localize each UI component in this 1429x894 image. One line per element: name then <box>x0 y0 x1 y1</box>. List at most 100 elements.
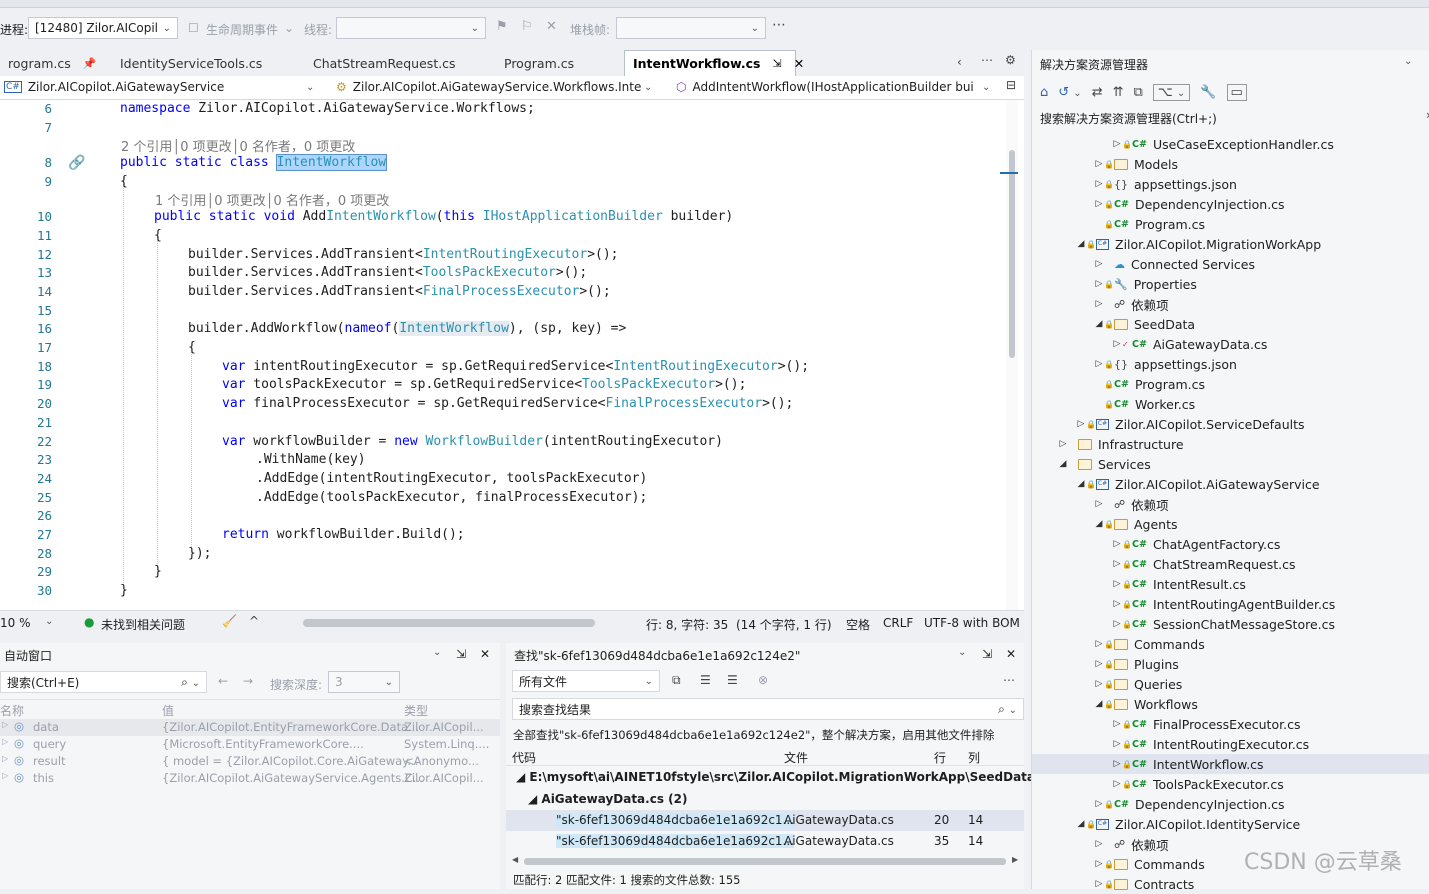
find-group-file[interactable]: ◢ AiGatewayData.cs (2) <box>528 792 687 806</box>
collapsed-arrow-icon[interactable]: ▷ <box>1112 559 1122 569</box>
collapsed-arrow-icon[interactable]: ▷ <box>1094 179 1104 189</box>
namespace-dropdown[interactable]: ⚙ Zilor.AICopilot.AiGatewayService.Workf… <box>336 80 658 94</box>
solution-tree-item[interactable]: ▷ 🔒 Contracts <box>1032 874 1429 894</box>
autos-row[interactable]: ▷ ◎ query {Microsoft.EntityFrameworkCore...… <box>0 736 500 753</box>
collapsed-arrow-icon[interactable]: ▷ <box>1094 199 1104 209</box>
collapsed-arrow-icon[interactable]: ▷ <box>1112 139 1122 149</box>
solution-tree-item[interactable]: ▷ 🔒 C# IntentResult.cs <box>1032 574 1429 594</box>
close-icon[interactable]: ✕ <box>480 647 490 661</box>
link-icon[interactable]: 🔗 <box>68 155 85 171</box>
solution-tree-item[interactable]: ▷ 🔒 C# IntentRoutingExecutor.cs <box>1032 734 1429 754</box>
collapsed-arrow-icon[interactable]: ▷ <box>1094 839 1104 849</box>
solution-tree-item[interactable]: ▷ ✓ C# AiGatewayData.cs <box>1032 334 1429 354</box>
find-scope-dropdown[interactable]: 所有文件 ⌄ <box>512 670 660 692</box>
chevron-down-icon[interactable]: ⌄ <box>958 647 966 658</box>
col-name[interactable]: 名称 <box>0 702 24 719</box>
autos-row[interactable]: ▷ ◎ this {Zilor.AICopilot.AiGatewayService.… <box>0 770 500 787</box>
project-dropdown[interactable]: C# Zilor.AICopilot.AiGatewayService ⌄ <box>0 80 318 94</box>
collapsed-arrow-icon[interactable]: ▷ <box>1112 719 1122 729</box>
solution-tree-item[interactable]: ▷ 🔒{} appsettings.json <box>1032 174 1429 194</box>
collapsed-arrow-icon[interactable]: ▷ <box>1112 339 1122 349</box>
thread-dropdown[interactable]: ⌄ <box>336 17 486 39</box>
solution-tree-item[interactable]: ▷ Infrastructure <box>1032 434 1429 454</box>
expanded-arrow-icon[interactable]: ◢ <box>1076 819 1086 829</box>
scrollbar-thumb[interactable] <box>524 858 1006 865</box>
pin-icon[interactable]: ⇲ <box>982 647 992 661</box>
close-icon[interactable]: ✕ <box>794 56 804 71</box>
prev-result-icon[interactable]: ☰ <box>700 673 711 687</box>
solution-search-input[interactable]: 搜索解决方案资源管理器(Ctrl+;) <box>1040 110 1217 127</box>
scroll-left-icon[interactable]: ◀ <box>512 855 518 864</box>
autos-row[interactable]: ▷ ◎ result { model = {Zilor.AICopilot.Core.… <box>0 753 500 770</box>
tab-program-cs[interactable]: Program.cs <box>496 50 582 76</box>
find-search-input[interactable]: 搜索查找结果 ⌕ ⌄ <box>512 698 1024 720</box>
collapsed-arrow-icon[interactable]: ▷ <box>1094 359 1104 369</box>
solution-tree-item[interactable]: 🔒 C# Worker.cs <box>1032 394 1429 414</box>
tab-overflow-icon[interactable]: ⋯ <box>981 53 993 67</box>
collapsed-arrow-icon[interactable]: ▷ <box>1094 859 1104 869</box>
tab-intentworkflow-active[interactable]: IntentWorkflow.cs ⇲ ✕ <box>624 50 804 76</box>
collapsed-arrow-icon[interactable]: ▷ <box>1094 259 1104 269</box>
collapsed-arrow-icon[interactable]: ▷ <box>1094 499 1104 509</box>
search-icon[interactable]: ⌕ ⌄ <box>181 675 200 690</box>
expanded-arrow-icon[interactable]: ◢ <box>1076 479 1086 489</box>
solution-tree-item[interactable]: ▷ 🔒 C# SessionChatMessageStore.cs <box>1032 614 1429 634</box>
expand-icon[interactable]: ▷ <box>2 720 8 729</box>
solution-tree-item[interactable]: ◢ 🔒 Workflows <box>1032 694 1429 714</box>
depth-dropdown[interactable]: 3 ⌄ <box>328 671 400 693</box>
col-file[interactable]: 文件 <box>784 749 808 766</box>
expanded-arrow-icon[interactable]: ◢ <box>1094 699 1104 709</box>
solution-tree-item[interactable]: ▷ 🔒 C# ToolsPackExecutor.cs <box>1032 774 1429 794</box>
line-ending[interactable]: CRLF <box>883 616 913 630</box>
scrollbar-thumb[interactable] <box>1009 150 1015 358</box>
solution-tree-item[interactable]: ▷ 🔒 Queries <box>1032 674 1429 694</box>
solution-tree-item[interactable]: ▷ 🔒 C# IntentWorkflow.cs <box>1032 754 1429 774</box>
filter-icon[interactable]: ✕ <box>546 19 557 34</box>
broom-icon[interactable]: 🧹 <box>222 614 237 628</box>
solution-tree-item[interactable]: 🔒 C# Program.cs <box>1032 214 1429 234</box>
cursor-position[interactable]: 行: 8, 字符: 35 <box>646 616 728 633</box>
pin-icon[interactable]: ⇲ <box>772 57 781 70</box>
solution-tree-item[interactable]: 🔒 C# Program.cs <box>1032 374 1429 394</box>
collapsed-arrow-icon[interactable]: ▷ <box>1094 659 1104 669</box>
filter-icon[interactable]: ⌥ ⌄ <box>1152 83 1191 101</box>
tab-identityservicetools[interactable]: IdentityServiceTools.cs <box>112 50 270 76</box>
find-result-row[interactable]: "sk-6fef13069d484dcba6e1e1a692c1... AiGat… <box>506 810 1024 831</box>
solution-tree-item[interactable]: ▷ 🔒 C# Zilor.AICopilot.ServiceDefaults <box>1032 414 1429 434</box>
collapsed-arrow-icon[interactable]: ▷ <box>1112 599 1122 609</box>
code-editor[interactable]: 6 7 8 9 10 11 12 13 14 15 16 17 18 19 20 21 22 23 24 25 26 27… <box>0 100 1024 610</box>
more-icon[interactable]: ⋯ <box>772 17 786 33</box>
expanded-arrow-icon[interactable]: ◢ <box>1094 519 1104 529</box>
zoom-level[interactable]: 10 % <box>0 616 31 630</box>
autos-search-input[interactable]: 搜索(Ctrl+E) ⌕ ⌄ <box>0 671 207 693</box>
solution-tree-item[interactable]: ◢ 🔒 Agents <box>1032 514 1429 534</box>
solution-tree-item[interactable]: ▷ 🔒 C# IntentRoutingAgentBuilder.cs <box>1032 594 1429 614</box>
find-group-path[interactable]: ◢ E:\mysoft\ai\AINET10fstyle\src\Zilor.A… <box>516 770 1059 784</box>
col-code[interactable]: 代码 <box>512 749 536 766</box>
lifecycle-events-button[interactable]: 生命周期事件 <box>206 21 278 38</box>
expanded-arrow-icon[interactable]: ◢ <box>1058 459 1068 469</box>
more-icon[interactable]: ⋯ <box>1003 673 1015 687</box>
chevron-left-icon[interactable]: ‹ <box>957 55 962 69</box>
collapsed-arrow-icon[interactable]: ▷ <box>1094 799 1104 809</box>
solution-tree-item[interactable]: ▷ ☁ Connected Services <box>1032 254 1429 274</box>
codelens-class[interactable]: 2 个引用│0 项更改│0 名作者，0 项更改 <box>121 136 355 155</box>
split-icon[interactable]: ⊟ <box>1006 78 1016 92</box>
flag-all-icon[interactable]: ⚐ <box>521 19 533 34</box>
home-icon[interactable]: ⌂ <box>1040 85 1048 100</box>
expanded-arrow-icon[interactable]: ◢ <box>1076 239 1086 249</box>
collapsed-arrow-icon[interactable]: ▷ <box>1112 579 1122 589</box>
solution-tree-item[interactable]: ◢ 🔒 C# Zilor.AICopilot.MigrationWorkApp <box>1032 234 1429 254</box>
expand-icon[interactable]: ▷ <box>2 737 8 746</box>
codelens-method[interactable]: 1 个引用│0 项更改│0 名作者，0 项更改 <box>155 190 389 209</box>
horizontal-scrollbar[interactable] <box>303 619 595 627</box>
solution-tree-item[interactable]: ▷ 🔒 Plugins <box>1032 654 1429 674</box>
copy-icon[interactable]: ⧉ <box>672 673 681 688</box>
stackframe-dropdown[interactable]: ⌄ <box>616 17 766 39</box>
tab-program-cs-pinned[interactable]: rogram.cs 📌 <box>0 50 96 76</box>
collapsed-arrow-icon[interactable]: ▷ <box>1094 879 1104 889</box>
solution-tree-item[interactable]: ▷ 🔒 C# ChatStreamRequest.cs <box>1032 554 1429 574</box>
collapsed-arrow-icon[interactable]: ▷ <box>1094 159 1104 169</box>
solution-tree-item[interactable]: ▷ ☍ 依赖项 <box>1032 294 1429 314</box>
wrench-icon[interactable]: 🔧 <box>1200 85 1216 100</box>
